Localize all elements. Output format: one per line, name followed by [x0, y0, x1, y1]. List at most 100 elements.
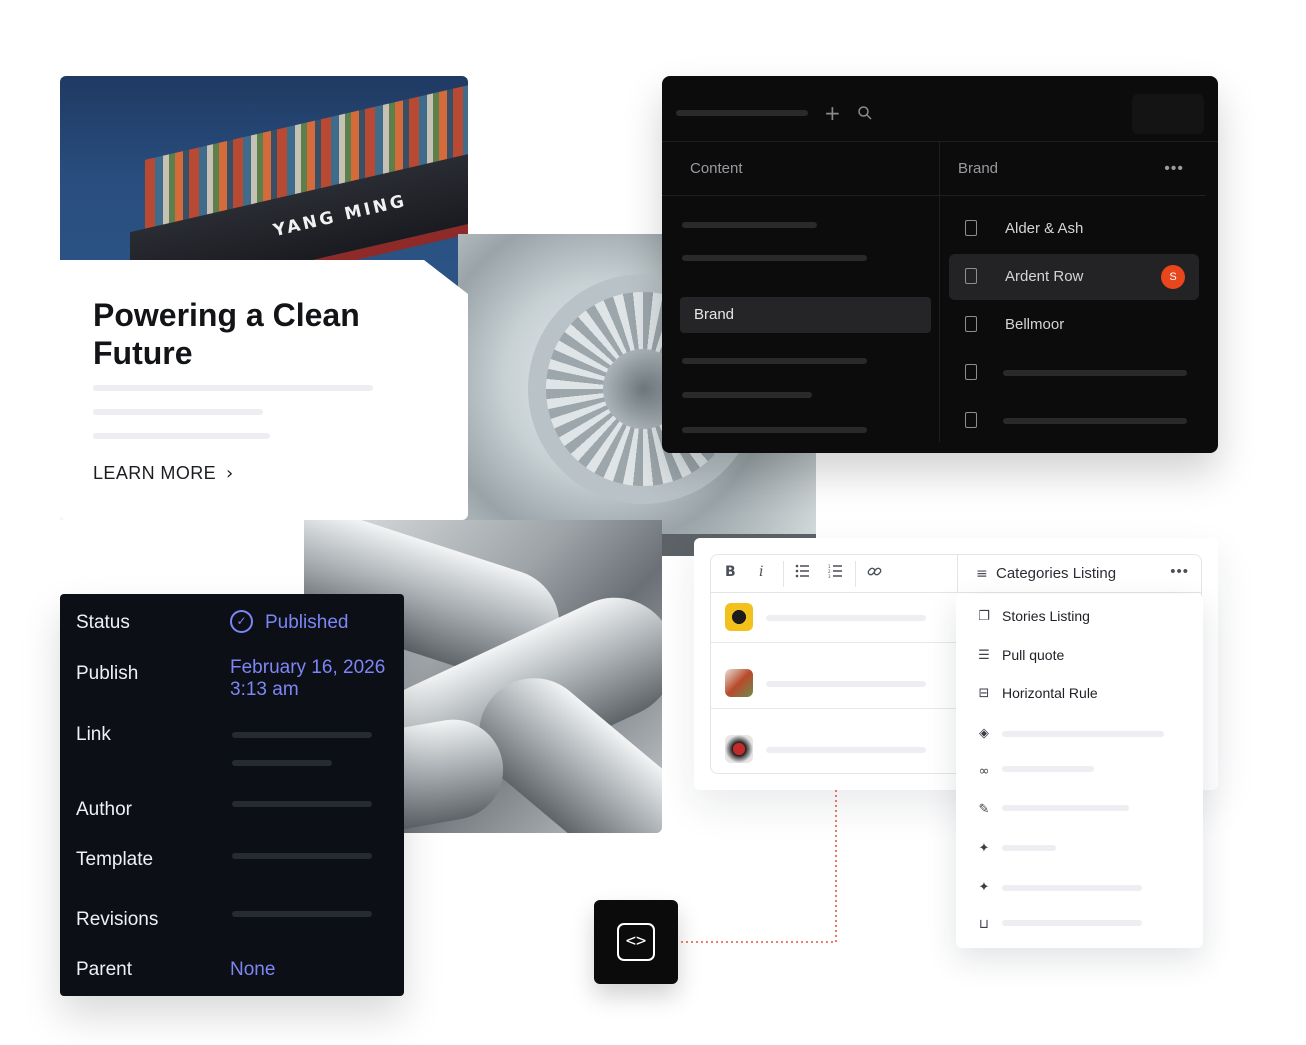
brand-item-label: Alder & Ash [1005, 220, 1084, 237]
code-embed-button[interactable]: <> [594, 900, 678, 984]
publish-date[interactable]: February 16, 2026 [230, 657, 385, 679]
link-icon[interactable] [867, 564, 882, 583]
code-icon: <> [617, 923, 655, 961]
block-type-dropdown: ❐ Stories Listing ☰ Pull quote ⊟ Horizon… [956, 594, 1203, 948]
drink-thumbnail [725, 735, 753, 763]
author-placeholder [232, 801, 372, 807]
dropdown-item-label: Stories Listing [1002, 608, 1090, 624]
document-icon [965, 316, 977, 332]
svg-text:3: 3 [828, 574, 831, 578]
brand-item-label: Bellmoor [1005, 316, 1065, 333]
publish-time[interactable]: 3:13 am [230, 679, 299, 701]
dropdown-item-stories-listing[interactable]: ❐ Stories Listing [976, 605, 1090, 627]
link-label: Link [76, 724, 111, 745]
item-placeholder [1002, 920, 1142, 926]
document-icon [965, 412, 977, 428]
more-options-icon[interactable]: ••• [1164, 160, 1184, 178]
toolbar-separator [855, 561, 856, 587]
dropdown-item-pull-quote[interactable]: ☰ Pull quote [976, 644, 1064, 666]
dropdown-item[interactable]: ∞ [976, 760, 1002, 782]
search-icon[interactable] [857, 103, 873, 125]
content-column-header: Content [662, 142, 939, 196]
list-item[interactable] [711, 593, 957, 643]
dropdown-item[interactable]: ✦ [976, 837, 1002, 859]
headphones-thumbnail [725, 603, 753, 631]
item-placeholder [766, 747, 926, 753]
document-icon [965, 268, 977, 284]
bullet-list-icon[interactable] [795, 564, 810, 582]
document-icon [965, 364, 977, 380]
bold-button[interactable]: B [725, 564, 736, 580]
dropdown-item[interactable]: ◈ [976, 722, 1002, 744]
brand-item-label: Ardent Row [1005, 268, 1084, 285]
item-placeholder [1002, 766, 1094, 772]
cms-panel: + Content Brand ••• Brand Alder & Ash Ar… [662, 76, 1218, 453]
publish-label: Publish [76, 663, 139, 684]
dropdown-item-horizontal-rule[interactable]: ⊟ Horizontal Rule [976, 682, 1098, 704]
dropdown-item[interactable]: ✦ [976, 876, 1002, 898]
more-options-icon[interactable]: ••• [1170, 563, 1189, 580]
unlock-icon: ⊔ [978, 916, 990, 932]
brand-placeholder [1003, 370, 1187, 376]
item-placeholder [1002, 845, 1056, 851]
toolbar-separator [783, 561, 784, 587]
parent-value[interactable]: None [230, 959, 275, 981]
item-placeholder [766, 615, 926, 621]
content-placeholder [682, 255, 867, 261]
dropdown-item-label: Horizontal Rule [1002, 685, 1098, 701]
content-placeholder [682, 358, 867, 364]
chevron-right-icon: › [226, 463, 234, 484]
template-label: Template [76, 849, 154, 870]
revisions-placeholder [232, 911, 372, 917]
brand-item[interactable] [949, 350, 1199, 396]
sparkles-icon: ✦ [978, 879, 990, 895]
toolbar-action-placeholder [1132, 94, 1204, 134]
post-settings-panel: Status ✓ Published Publish February 16, … [60, 594, 404, 996]
check-circle-icon: ✓ [230, 610, 253, 633]
dropdown-item[interactable]: ✎ [976, 798, 1002, 820]
text-placeholder [93, 433, 270, 439]
link-placeholder [232, 732, 372, 738]
italic-button[interactable]: i [759, 564, 763, 580]
categories-title: Categories Listing [996, 565, 1117, 582]
layers-icon: ◈ [979, 725, 989, 741]
item-placeholder [1002, 885, 1142, 891]
dropdown-item[interactable]: ⊔ [976, 913, 1002, 935]
article-title: Powering a Clean Future [93, 297, 360, 371]
revisions-label: Revisions [76, 909, 159, 930]
learn-more-link[interactable]: LEARN MORE › [93, 463, 234, 484]
content-placeholder [682, 222, 817, 228]
plus-icon[interactable]: + [824, 102, 841, 124]
list-item[interactable] [711, 725, 957, 773]
learn-more-label: LEARN MORE [93, 463, 217, 483]
quote-list-icon: ☰ [978, 647, 990, 663]
pen-icon: ✎ [978, 801, 990, 817]
brand-item[interactable]: Alder & Ash [949, 206, 1199, 252]
article-card: Powering a Clean Future LEARN MORE › [60, 260, 468, 520]
numbered-list-icon[interactable]: 123 [828, 564, 843, 582]
brand-placeholder [1003, 418, 1187, 424]
brand-item[interactable] [949, 398, 1199, 444]
item-placeholder [1002, 731, 1164, 737]
template-placeholder [232, 853, 372, 859]
column-divider [939, 142, 940, 442]
cms-toolbar: + [662, 76, 1218, 142]
menu-icon: ≡ [976, 566, 988, 582]
content-item-brand[interactable]: Brand [680, 297, 931, 333]
status-value[interactable]: Published [265, 612, 348, 634]
content-placeholder [682, 392, 812, 398]
dropdown-item-label: Pull quote [1002, 647, 1065, 663]
sparkles-icon: ✦ [978, 840, 990, 856]
brand-item[interactable]: Bellmoor [949, 302, 1199, 348]
horizontal-rule-icon: ⊟ [978, 685, 990, 701]
list-item[interactable] [711, 659, 957, 709]
content-placeholder [682, 427, 867, 433]
brand-item-active[interactable]: Ardent Row S [949, 254, 1199, 300]
item-placeholder [1002, 805, 1129, 811]
text-placeholder [93, 385, 373, 391]
item-placeholder [766, 681, 926, 687]
product-thumbnail [725, 669, 753, 697]
avatar: S [1161, 265, 1185, 289]
parent-label: Parent [76, 959, 132, 980]
categories-header[interactable]: ≡ Categories Listing ••• [957, 555, 1201, 593]
